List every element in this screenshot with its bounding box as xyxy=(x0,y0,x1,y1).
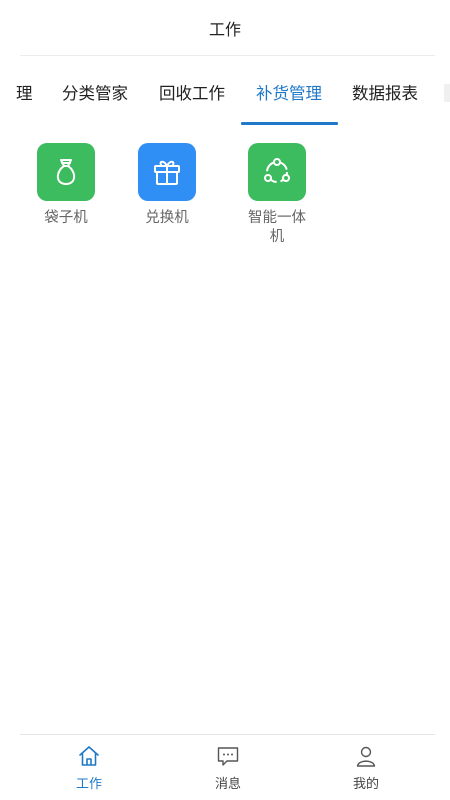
home-icon xyxy=(79,746,99,766)
share-cycle-icon xyxy=(264,158,290,183)
app-header: 工作 xyxy=(0,0,450,56)
gift-box-icon xyxy=(154,160,180,185)
tab-sorting-manager[interactable]: 分类管家 xyxy=(62,80,128,104)
tile-bag-machine[interactable] xyxy=(37,143,95,201)
tile-exchange-machine[interactable] xyxy=(138,143,196,201)
nav-item-work[interactable]: 工作 xyxy=(49,744,129,792)
user-icon xyxy=(356,746,376,767)
nav-label: 消息 xyxy=(214,777,241,792)
grid-item-label: 袋子机 xyxy=(44,210,88,226)
grid-item-exchange-machine[interactable]: 兑换机 xyxy=(122,143,212,228)
bottom-nav: 工作 消息 我的 xyxy=(0,734,450,800)
tab-scroll-edge xyxy=(444,84,450,102)
grid-item-bag-machine[interactable]: 袋子机 xyxy=(21,143,111,228)
nav-label: 我的 xyxy=(352,777,379,792)
page-title: 工作 xyxy=(208,20,241,39)
tab-restock-management[interactable]: 补货管理 xyxy=(256,80,322,104)
tile-smart-machine[interactable] xyxy=(248,143,306,201)
tab-recycling-work[interactable]: 回收工作 xyxy=(159,80,225,104)
grid-item-label: 智能一体机 xyxy=(248,210,306,245)
tab-data-reports[interactable]: 数据报表 xyxy=(352,80,418,104)
tab-bar: 理 分类管家 回收工作 补货管理 数据报表 xyxy=(0,64,450,126)
nav-item-messages[interactable]: 消息 xyxy=(188,744,268,792)
header-divider xyxy=(20,55,435,56)
nav-item-profile[interactable]: 我的 xyxy=(326,744,406,792)
nav-label: 工作 xyxy=(75,777,102,792)
bottom-nav-divider xyxy=(20,734,435,735)
message-icon xyxy=(217,747,239,766)
grid-item-smart-machine[interactable]: 智能一体机 xyxy=(232,143,322,247)
grid-item-label: 兑换机 xyxy=(145,210,189,226)
active-tab-indicator xyxy=(241,122,338,125)
tab-partial[interactable]: 理 xyxy=(16,80,33,104)
money-bag-icon xyxy=(56,159,76,185)
